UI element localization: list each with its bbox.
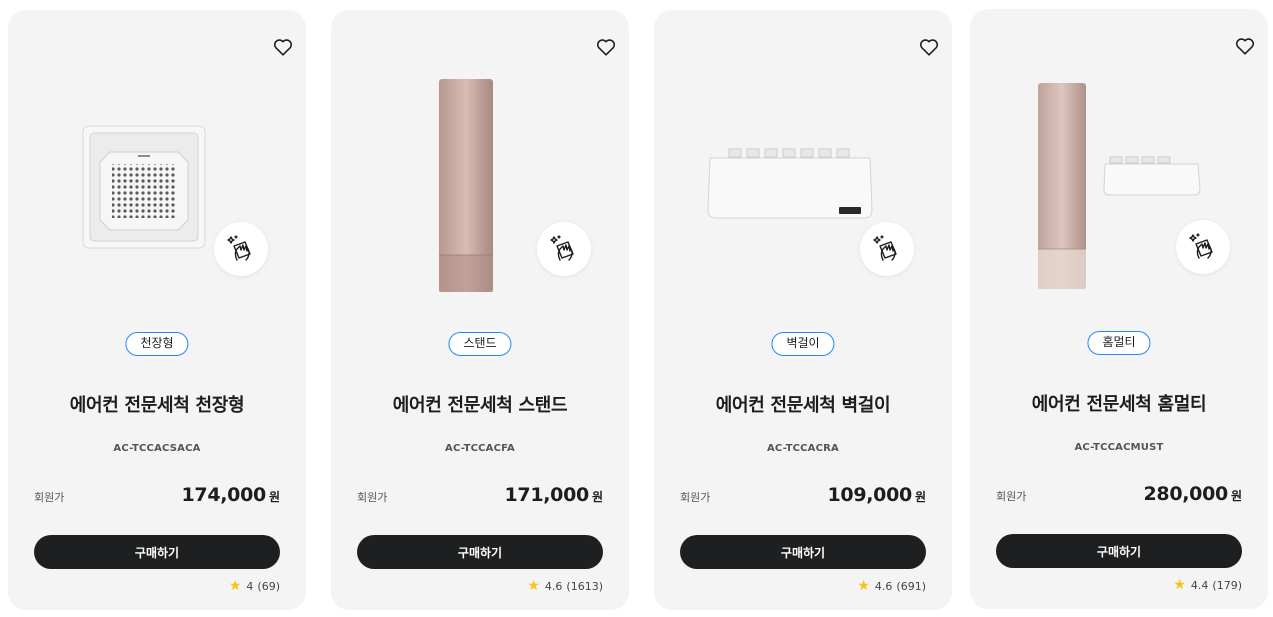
price: 109,000 원 xyxy=(828,484,927,506)
wall-ac-image xyxy=(707,148,873,219)
buy-button[interactable]: 구매하기 xyxy=(680,535,926,569)
heart-icon[interactable] xyxy=(273,38,293,56)
review-count: (691) xyxy=(896,579,926,593)
buy-button[interactable]: 구매하기 xyxy=(996,534,1242,568)
product-name[interactable]: 에어컨 전문세척 홈멀티 xyxy=(970,390,1268,416)
price-value: 109,000 xyxy=(827,484,913,506)
stand-ac-image xyxy=(439,79,493,292)
cleaning-hand-icon xyxy=(227,235,251,261)
product-card-wall[interactable]: 벽걸이 에어컨 전문세척 벽걸이 AC-TCCACRA 회원가 109,000 … xyxy=(654,10,952,610)
type-chip: 스탠드 xyxy=(448,332,512,356)
heart-icon[interactable] xyxy=(596,38,616,56)
review-count: (69) xyxy=(257,579,280,593)
cleaning-badge xyxy=(214,222,268,276)
price-unit: 원 xyxy=(1230,489,1242,503)
type-chip: 벽걸이 xyxy=(771,332,835,356)
product-card-home-multi[interactable]: 홈멀티 에어컨 전문세척 홈멀티 AC-TCCACMUST 회원가 280,00… xyxy=(970,9,1268,609)
heart-icon[interactable] xyxy=(919,38,939,56)
home-multi-ac-image xyxy=(1038,83,1201,289)
rating[interactable]: ★ 4.6 (691) xyxy=(857,579,926,593)
star-icon: ★ xyxy=(857,578,870,594)
heart-icon[interactable] xyxy=(1235,37,1255,55)
price-unit: 원 xyxy=(268,490,280,504)
cleaning-hand-icon xyxy=(873,235,897,261)
cleaning-hand-icon xyxy=(550,235,574,261)
product-name[interactable]: 에어컨 전문세척 스탠드 xyxy=(331,391,629,417)
buy-button[interactable]: 구매하기 xyxy=(357,535,603,569)
product-card-ceiling[interactable]: 천장형 에어컨 전문세척 천장형 AC-TCCACSACA 회원가 174,00… xyxy=(8,10,306,610)
price-value: 174,000 xyxy=(181,484,267,506)
model-code: AC-TCCACSACA xyxy=(113,443,201,454)
product-card-stand[interactable]: 스탠드 에어컨 전문세척 스탠드 AC-TCCACFA 회원가 171,000 … xyxy=(331,10,629,610)
review-count: (1613) xyxy=(566,579,603,593)
type-chip: 천장형 xyxy=(125,332,189,356)
cleaning-badge xyxy=(1176,220,1230,274)
rating-value: 4.6 xyxy=(544,579,563,593)
cleaning-badge xyxy=(860,222,914,276)
price-label: 회원가 xyxy=(996,490,1027,503)
ceiling-ac-image xyxy=(82,125,206,249)
model-code: AC-TCCACFA xyxy=(445,443,515,454)
cleaning-badge xyxy=(537,222,591,276)
price: 171,000 원 xyxy=(505,484,604,506)
rating-value: 4 xyxy=(246,579,254,593)
cleaning-hand-icon xyxy=(1189,233,1213,259)
type-chip: 홈멀티 xyxy=(1087,331,1151,355)
price-unit: 원 xyxy=(914,490,926,504)
price: 174,000 원 xyxy=(182,484,281,506)
review-count: (179) xyxy=(1212,578,1242,592)
rating[interactable]: ★ 4 (69) xyxy=(229,579,280,593)
rating-value: 4.6 xyxy=(874,579,893,593)
price-label: 회원가 xyxy=(680,491,711,504)
model-code: AC-TCCACRA xyxy=(766,443,839,454)
product-name[interactable]: 에어컨 전문세척 천장형 xyxy=(8,391,306,417)
price-unit: 원 xyxy=(591,490,603,504)
price-label: 회원가 xyxy=(34,491,65,504)
price-label: 회원가 xyxy=(357,491,388,504)
star-icon: ★ xyxy=(527,578,540,594)
product-name[interactable]: 에어컨 전문세척 벽걸이 xyxy=(654,391,952,417)
rating[interactable]: ★ 4.6 (1613) xyxy=(527,579,603,593)
model-code: AC-TCCACMUST xyxy=(1074,442,1164,453)
buy-button[interactable]: 구매하기 xyxy=(34,535,280,569)
star-icon: ★ xyxy=(228,578,242,594)
price: 280,000 원 xyxy=(1144,483,1243,505)
star-icon: ★ xyxy=(1173,577,1186,593)
price-value: 280,000 xyxy=(1143,483,1229,505)
price-value: 171,000 xyxy=(504,484,590,506)
rating[interactable]: ★ 4.4 (179) xyxy=(1173,578,1242,592)
rating-value: 4.4 xyxy=(1190,578,1209,592)
